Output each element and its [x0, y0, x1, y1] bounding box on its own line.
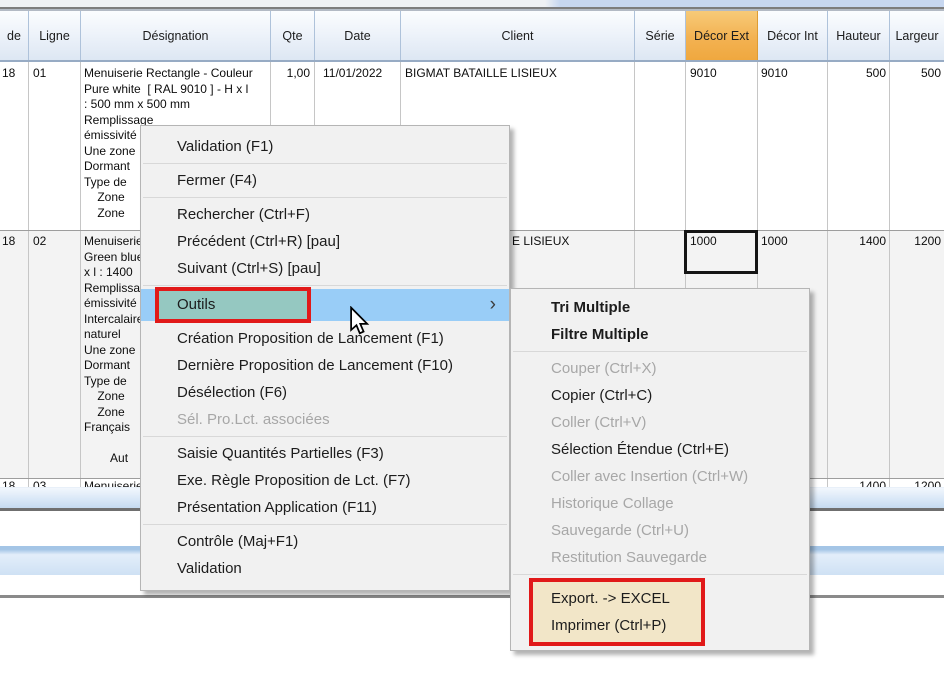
- selected-cell-decor-ext[interactable]: 1000: [684, 230, 758, 274]
- cell-date[interactable]: 11/01/2022: [323, 66, 403, 82]
- header-bottom-border: [0, 60, 944, 62]
- submenu-item-historique-collage: Historique Collage: [511, 490, 809, 517]
- cell-decor-int[interactable]: 1000: [761, 234, 821, 250]
- submenu-item-export-excel[interactable]: Export. -> EXCEL: [533, 585, 701, 612]
- cell-code[interactable]: 18: [2, 66, 28, 82]
- menu-item-precedent[interactable]: Précédent (Ctrl+R) [pau]: [141, 228, 509, 255]
- submenu-item-couper: Couper (Ctrl+X): [511, 355, 809, 382]
- submenu-item-imprimer[interactable]: Imprimer (Ctrl+P): [533, 612, 701, 639]
- menu-separator: [143, 524, 507, 525]
- menu-item-exe-regle[interactable]: Exe. Règle Proposition de Lct. (F7): [141, 467, 509, 494]
- menu-separator: [143, 285, 507, 286]
- submenu-item-filtre-multiple[interactable]: Filtre Multiple: [511, 321, 809, 348]
- window-top-strip: [0, 0, 944, 7]
- annotation-red-box-export: Export. -> EXCEL Imprimer (Ctrl+P): [529, 578, 705, 646]
- column-header-largeur[interactable]: Largeur: [890, 11, 944, 60]
- app-canvas: de Ligne Désignation Qte Date Client Sér…: [0, 0, 944, 689]
- menu-item-derniere-proposition[interactable]: Dernière Proposition de Lancement (F10): [141, 352, 509, 379]
- grid-vline: [827, 62, 828, 487]
- column-header-ligne[interactable]: Ligne: [29, 11, 81, 60]
- cell-client-fragment[interactable]: E LISIEUX: [512, 234, 632, 250]
- column-header-client[interactable]: Client: [401, 11, 635, 60]
- submenu-item-sauvegarde: Sauvegarde (Ctrl+U): [511, 517, 809, 544]
- cell-ligne[interactable]: 02: [33, 234, 78, 250]
- cell-decor-int[interactable]: 9010: [761, 66, 821, 82]
- cell-code-clipped[interactable]: 18: [2, 479, 28, 487]
- outils-submenu: Tri Multiple Filtre Multiple Couper (Ctr…: [510, 288, 810, 651]
- submenu-item-copier[interactable]: Copier (Ctrl+C): [511, 382, 809, 409]
- menu-item-deselection[interactable]: Désélection (F6): [141, 379, 509, 406]
- cell-largeur[interactable]: 1200: [890, 234, 941, 250]
- column-header-hauteur[interactable]: Hauteur: [828, 11, 890, 60]
- menu-item-rechercher[interactable]: Rechercher (Ctrl+F): [141, 201, 509, 228]
- menu-item-outils-label: Outils: [177, 296, 215, 313]
- column-header-date[interactable]: Date: [315, 11, 401, 60]
- submenu-arrow-icon: ›: [490, 289, 496, 321]
- menu-item-suivant[interactable]: Suivant (Ctrl+S) [pau]: [141, 255, 509, 282]
- menu-item-sel-prolct-associees: Sél. Pro.Lct. associées: [141, 406, 509, 433]
- menu-item-saisie-quantites[interactable]: Saisie Quantités Partielles (F3): [141, 440, 509, 467]
- column-header-serie[interactable]: Série: [635, 11, 686, 60]
- annotation-red-box-outils: Outils: [155, 287, 311, 323]
- column-header-decor-int[interactable]: Décor Int: [758, 11, 828, 60]
- menu-item-validation-f1[interactable]: Validation (F1): [141, 133, 509, 160]
- context-menu: Validation (F1) Fermer (F4) Rechercher (…: [140, 125, 510, 591]
- menu-separator: [513, 574, 807, 575]
- cell-hauteur[interactable]: 500: [828, 66, 886, 82]
- cell-largeur-clipped[interactable]: 1200: [890, 479, 941, 487]
- menu-item-presentation-application[interactable]: Présentation Application (F11): [141, 494, 509, 521]
- column-header-decor-ext[interactable]: Décor Ext: [686, 11, 758, 60]
- submenu-item-restitution-sauvegarde: Restitution Sauvegarde: [511, 544, 809, 571]
- submenu-item-selection-etendue[interactable]: Sélection Étendue (Ctrl+E): [511, 436, 809, 463]
- menu-item-creation-proposition[interactable]: Création Proposition de Lancement (F1): [141, 325, 509, 352]
- submenu-item-coller-avec-insertion: Coller avec Insertion (Ctrl+W): [511, 463, 809, 490]
- menu-separator: [143, 197, 507, 198]
- menu-separator: [143, 163, 507, 164]
- menu-item-controle[interactable]: Contrôle (Maj+F1): [141, 528, 509, 555]
- cell-ligne-clipped[interactable]: 03: [33, 479, 78, 487]
- mouse-cursor-icon: [347, 306, 371, 341]
- column-header-designation[interactable]: Désignation: [81, 11, 271, 60]
- submenu-item-coller: Coller (Ctrl+V): [511, 409, 809, 436]
- grid-vline: [889, 62, 890, 487]
- menu-separator: [143, 436, 507, 437]
- cell-client[interactable]: BIGMAT BATAILLE LISIEUX: [405, 66, 633, 82]
- column-header-code[interactable]: de: [0, 11, 29, 60]
- cell-hauteur-clipped[interactable]: 1400: [828, 479, 886, 487]
- cell-decor-ext[interactable]: 9010: [690, 66, 750, 82]
- menu-item-outils[interactable]: Outils ›: [141, 289, 509, 321]
- column-header-qte[interactable]: Qte: [271, 11, 315, 60]
- cell-code[interactable]: 18: [2, 234, 28, 250]
- grid-vline: [28, 62, 29, 487]
- submenu-item-tri-multiple[interactable]: Tri Multiple: [511, 294, 809, 321]
- cell-largeur[interactable]: 500: [890, 66, 941, 82]
- cell-qte[interactable]: 1,00: [271, 66, 310, 82]
- cell-ligne[interactable]: 01: [33, 66, 78, 82]
- cell-decor-ext-value: 1000: [690, 234, 717, 248]
- cell-hauteur[interactable]: 1400: [828, 234, 886, 250]
- grid-vline: [80, 62, 81, 487]
- menu-item-fermer[interactable]: Fermer (F4): [141, 167, 509, 194]
- menu-item-validation[interactable]: Validation: [141, 555, 509, 582]
- menu-separator: [513, 351, 807, 352]
